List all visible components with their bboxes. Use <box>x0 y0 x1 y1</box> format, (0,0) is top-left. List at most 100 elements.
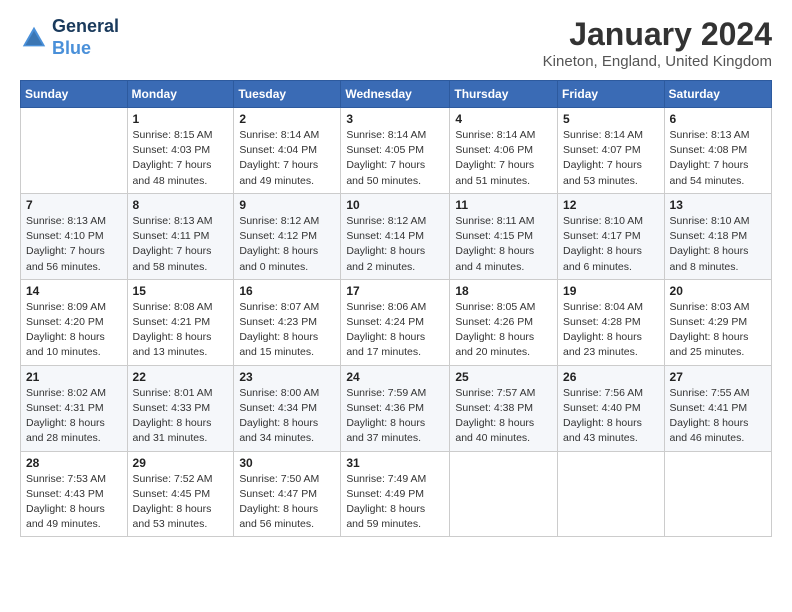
day-number: 4 <box>455 112 552 126</box>
day-number: 1 <box>133 112 229 126</box>
day-of-week-header: Sunday <box>21 81 128 108</box>
day-info: Sunrise: 8:05 AMSunset: 4:26 PMDaylight:… <box>455 300 552 361</box>
calendar-cell: 27 Sunrise: 7:55 AMSunset: 4:41 PMDayligh… <box>664 365 771 451</box>
calendar-cell: 4 Sunrise: 8:14 AMSunset: 4:06 PMDaylight… <box>450 108 558 194</box>
day-info: Sunrise: 8:04 AMSunset: 4:28 PMDaylight:… <box>563 300 659 361</box>
day-of-week-header: Saturday <box>664 81 771 108</box>
logo-line1: General <box>52 16 119 38</box>
calendar-cell <box>450 451 558 537</box>
day-number: 10 <box>346 198 444 212</box>
day-of-week-header: Friday <box>558 81 665 108</box>
day-number: 2 <box>239 112 335 126</box>
calendar-cell: 19 Sunrise: 8:04 AMSunset: 4:28 PMDayligh… <box>558 279 665 365</box>
calendar-cell: 1 Sunrise: 8:15 AMSunset: 4:03 PMDaylight… <box>127 108 234 194</box>
day-info: Sunrise: 8:13 AMSunset: 4:08 PMDaylight:… <box>670 128 766 189</box>
day-info: Sunrise: 8:15 AMSunset: 4:03 PMDaylight:… <box>133 128 229 189</box>
calendar-cell: 26Sunrise: 7:56 AMSunset: 4:40 PMDayligh… <box>558 365 665 451</box>
day-info: Sunrise: 8:06 AMSunset: 4:24 PMDaylight:… <box>346 300 444 361</box>
calendar-cell: 9Sunrise: 8:12 AMSunset: 4:12 PMDaylight… <box>234 193 341 279</box>
day-info: Sunrise: 7:52 AMSunset: 4:45 PMDaylight:… <box>133 472 229 533</box>
day-info: Sunrise: 8:14 AMSunset: 4:04 PMDaylight:… <box>239 128 335 189</box>
day-info: Sunrise: 7:50 AMSunset: 4:47 PMDaylight:… <box>239 472 335 533</box>
day-number: 20 <box>670 284 766 298</box>
day-number: 18 <box>455 284 552 298</box>
day-info: Sunrise: 8:13 AMSunset: 4:11 PMDaylight:… <box>133 214 229 275</box>
day-number: 19 <box>563 284 659 298</box>
day-number: 14 <box>26 284 122 298</box>
calendar-cell: 14 Sunrise: 8:09 AMSunset: 4:20 PMDayligh… <box>21 279 128 365</box>
day-info: Sunrise: 8:08 AMSunset: 4:21 PMDaylight:… <box>133 300 229 361</box>
day-number: 27 <box>670 370 766 384</box>
day-info: Sunrise: 8:12 AMSunset: 4:14 PMDaylight:… <box>346 214 444 275</box>
day-of-week-header: Tuesday <box>234 81 341 108</box>
calendar-cell: 2 Sunrise: 8:14 AMSunset: 4:04 PMDaylight… <box>234 108 341 194</box>
day-number: 16 <box>239 284 335 298</box>
month-title: January 2024 <box>543 16 772 53</box>
logo: General Blue <box>20 16 119 59</box>
calendar-cell: 22 Sunrise: 8:01 AMSunset: 4:33 PMDayligh… <box>127 365 234 451</box>
day-number: 9 <box>239 198 335 212</box>
day-info: Sunrise: 7:49 AMSunset: 4:49 PMDaylight:… <box>346 472 444 533</box>
day-number: 7 <box>26 198 122 212</box>
calendar-table: SundayMondayTuesdayWednesdayThursdayFrid… <box>20 80 772 537</box>
day-info: Sunrise: 8:10 AMSunset: 4:18 PMDaylight:… <box>670 214 766 275</box>
day-info: Sunrise: 8:09 AMSunset: 4:20 PMDaylight:… <box>26 300 122 361</box>
day-number: 26 <box>563 370 659 384</box>
calendar-cell: 17 Sunrise: 8:06 AMSunset: 4:24 PMDayligh… <box>341 279 450 365</box>
calendar-cell: 28 Sunrise: 7:53 AMSunset: 4:43 PMDayligh… <box>21 451 128 537</box>
calendar-cell <box>558 451 665 537</box>
calendar-cell: 30Sunrise: 7:50 AMSunset: 4:47 PMDayligh… <box>234 451 341 537</box>
calendar-cell: 6 Sunrise: 8:13 AMSunset: 4:08 PMDaylight… <box>664 108 771 194</box>
day-number: 22 <box>133 370 229 384</box>
day-number: 23 <box>239 370 335 384</box>
calendar-cell: 13 Sunrise: 8:10 AMSunset: 4:18 PMDayligh… <box>664 193 771 279</box>
calendar-cell: 29 Sunrise: 7:52 AMSunset: 4:45 PMDayligh… <box>127 451 234 537</box>
calendar-cell: 18 Sunrise: 8:05 AMSunset: 4:26 PMDayligh… <box>450 279 558 365</box>
calendar-cell: 8Sunrise: 8:13 AMSunset: 4:11 PMDaylight… <box>127 193 234 279</box>
calendar-cell: 12Sunrise: 8:10 AMSunset: 4:17 PMDayligh… <box>558 193 665 279</box>
calendar-cell <box>21 108 128 194</box>
day-number: 12 <box>563 198 659 212</box>
calendar-cell: 31 Sunrise: 7:49 AMSunset: 4:49 PMDayligh… <box>341 451 450 537</box>
day-number: 24 <box>346 370 444 384</box>
calendar-cell: 3 Sunrise: 8:14 AMSunset: 4:05 PMDaylight… <box>341 108 450 194</box>
day-number: 5 <box>563 112 659 126</box>
day-number: 3 <box>346 112 444 126</box>
day-number: 15 <box>133 284 229 298</box>
day-info: Sunrise: 8:11 AMSunset: 4:15 PMDaylight:… <box>455 214 552 275</box>
day-number: 17 <box>346 284 444 298</box>
calendar-cell: 5 Sunrise: 8:14 AMSunset: 4:07 PMDaylight… <box>558 108 665 194</box>
day-info: Sunrise: 8:14 AMSunset: 4:07 PMDaylight:… <box>563 128 659 189</box>
logo-line2: Blue <box>52 38 119 60</box>
day-of-week-header: Thursday <box>450 81 558 108</box>
calendar-cell: 20Sunrise: 8:03 AMSunset: 4:29 PMDayligh… <box>664 279 771 365</box>
calendar-cell: 7 Sunrise: 8:13 AMSunset: 4:10 PMDaylight… <box>21 193 128 279</box>
day-number: 6 <box>670 112 766 126</box>
day-info: Sunrise: 8:01 AMSunset: 4:33 PMDaylight:… <box>133 386 229 447</box>
day-number: 25 <box>455 370 552 384</box>
day-number: 21 <box>26 370 122 384</box>
day-info: Sunrise: 8:13 AMSunset: 4:10 PMDaylight:… <box>26 214 122 275</box>
calendar-cell: 11Sunrise: 8:11 AMSunset: 4:15 PMDayligh… <box>450 193 558 279</box>
day-number: 28 <box>26 456 122 470</box>
calendar-cell <box>664 451 771 537</box>
location: Kineton, England, United Kingdom <box>543 53 772 70</box>
day-number: 13 <box>670 198 766 212</box>
calendar-cell: 10 Sunrise: 8:12 AMSunset: 4:14 PMDayligh… <box>341 193 450 279</box>
calendar-cell: 21 Sunrise: 8:02 AMSunset: 4:31 PMDayligh… <box>21 365 128 451</box>
calendar-cell: 24Sunrise: 7:59 AMSunset: 4:36 PMDayligh… <box>341 365 450 451</box>
day-info: Sunrise: 7:53 AMSunset: 4:43 PMDaylight:… <box>26 472 122 533</box>
day-info: Sunrise: 7:57 AMSunset: 4:38 PMDaylight:… <box>455 386 552 447</box>
day-info: Sunrise: 8:02 AMSunset: 4:31 PMDaylight:… <box>26 386 122 447</box>
day-of-week-header: Wednesday <box>341 81 450 108</box>
day-number: 31 <box>346 456 444 470</box>
day-info: Sunrise: 8:14 AMSunset: 4:05 PMDaylight:… <box>346 128 444 189</box>
day-info: Sunrise: 7:55 AMSunset: 4:41 PMDaylight:… <box>670 386 766 447</box>
day-number: 29 <box>133 456 229 470</box>
page-header: General Blue January 2024 Kineton, Engla… <box>20 16 772 70</box>
day-info: Sunrise: 8:00 AMSunset: 4:34 PMDaylight:… <box>239 386 335 447</box>
day-of-week-header: Monday <box>127 81 234 108</box>
day-info: Sunrise: 8:14 AMSunset: 4:06 PMDaylight:… <box>455 128 552 189</box>
calendar-cell: 16Sunrise: 8:07 AMSunset: 4:23 PMDayligh… <box>234 279 341 365</box>
calendar-cell: 23 Sunrise: 8:00 AMSunset: 4:34 PMDayligh… <box>234 365 341 451</box>
